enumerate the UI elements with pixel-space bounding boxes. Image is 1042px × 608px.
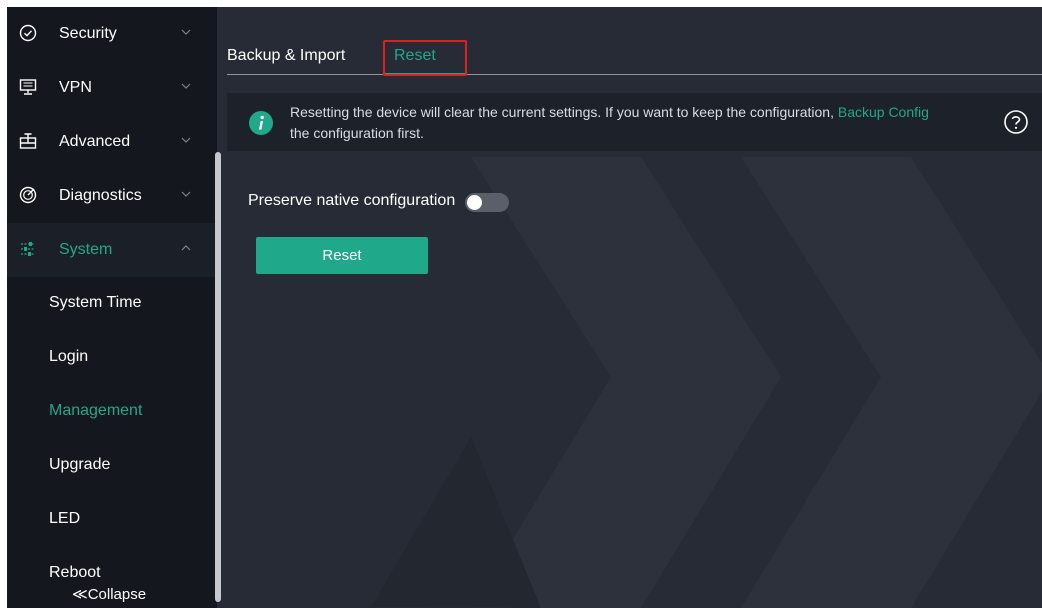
sidebar-subitem-management[interactable]: Management — [7, 385, 217, 439]
sidebar-item-system[interactable]: System — [7, 223, 217, 277]
sidebar-subitem-label: Management — [49, 402, 143, 419]
info-icon — [249, 111, 273, 135]
chevron-down-icon — [181, 83, 191, 89]
sliders-icon — [21, 242, 35, 256]
app-frame: Security VPN Advanced Diagnostics System… — [7, 7, 1042, 608]
sidebar-subitem-label: LED — [49, 510, 81, 527]
sidebar-subitem-label: Upgrade — [49, 456, 111, 473]
question-circle-icon[interactable] — [1003, 109, 1029, 135]
sidebar: Security VPN Advanced Diagnostics System… — [7, 7, 221, 608]
notice-text-before: Resetting the device will clear the curr… — [290, 104, 834, 120]
sidebar-item-label: VPN — [59, 79, 92, 96]
vpn-monitor-icon — [19, 79, 37, 95]
diagnostics-icon — [19, 186, 37, 204]
tab-bar: Backup & Import Reset — [221, 7, 1042, 77]
sidebar-subitem-led[interactable]: LED — [7, 493, 217, 547]
sidebar-subitem-label: System Time — [49, 294, 142, 311]
chevron-down-icon — [181, 137, 191, 143]
sidebar-subitem-label: Login — [49, 348, 89, 365]
advanced-panel-icon — [19, 133, 37, 149]
notice-banner: Resetting the device will clear the curr… — [227, 93, 1042, 151]
sidebar-item-label: Security — [59, 25, 117, 42]
annotation-highlight-box — [383, 40, 467, 76]
chevron-up-icon — [181, 245, 191, 251]
chevron-down-icon — [181, 191, 191, 197]
sidebar-item-label: System — [59, 241, 113, 258]
tab-backup-import[interactable]: Backup & Import — [227, 47, 345, 65]
collapse-button[interactable]: ≪Collapse — [72, 585, 146, 603]
main-content: Backup & Import Reset Resetting the devi… — [221, 7, 1042, 608]
notice-text-after: the configuration first. — [290, 125, 424, 141]
toggle-knob — [467, 195, 482, 210]
notice-text: Resetting the device will clear the curr… — [290, 102, 1010, 144]
sidebar-subitem-system-time[interactable]: System Time — [7, 277, 217, 331]
sidebar-subitem-login[interactable]: Login — [7, 331, 217, 385]
reset-button[interactable]: Reset — [256, 237, 428, 274]
sidebar-item-label: Advanced — [59, 133, 131, 150]
chevron-down-icon — [181, 29, 191, 35]
sidebar-item-label: Diagnostics — [59, 187, 142, 204]
sidebar-item-diagnostics[interactable]: Diagnostics — [7, 169, 217, 223]
preserve-config-toggle[interactable] — [465, 193, 509, 212]
sidebar-subitem-upgrade[interactable]: Upgrade — [7, 439, 217, 493]
sidebar-item-security[interactable]: Security — [7, 7, 217, 61]
sidebar-item-advanced[interactable]: Advanced — [7, 115, 217, 169]
shield-check-icon — [19, 24, 37, 42]
sidebar-item-vpn[interactable]: VPN — [7, 61, 217, 115]
backup-config-link[interactable]: Backup Config — [838, 104, 929, 120]
tab-divider — [227, 74, 1042, 75]
preserve-config-label: Preserve native configuration — [248, 192, 456, 209]
